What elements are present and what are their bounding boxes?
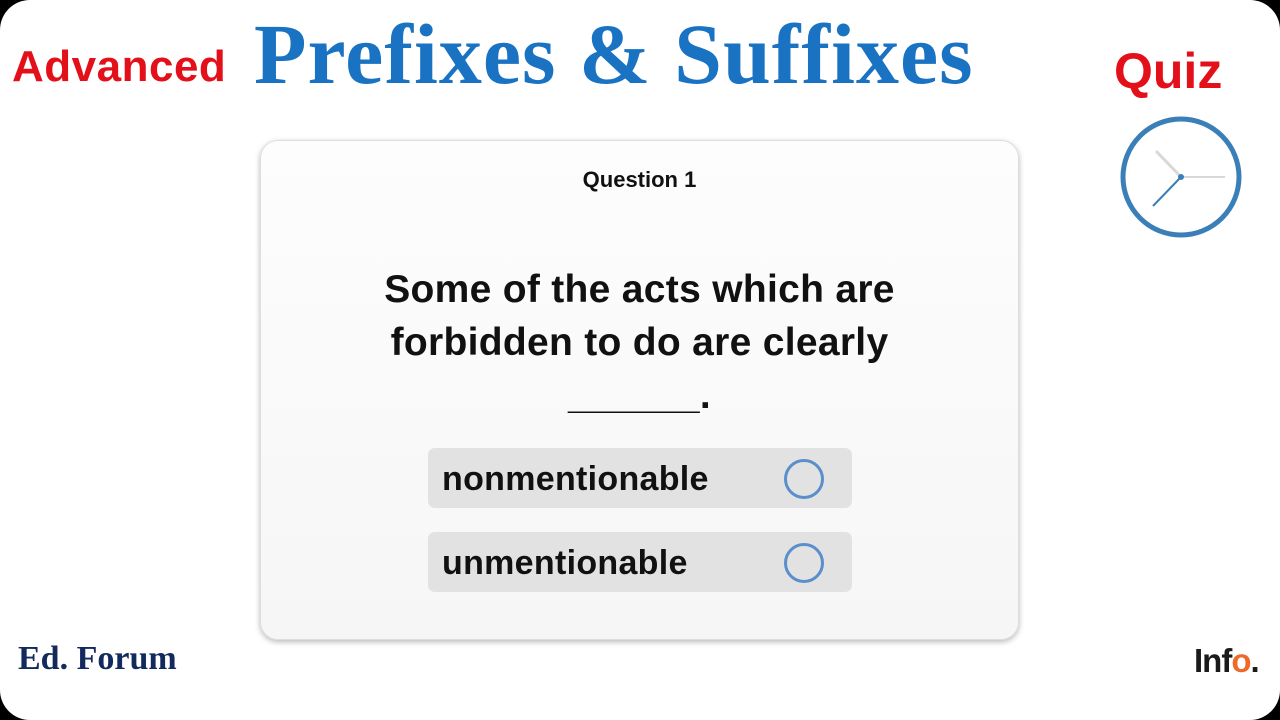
question-card: Question 1 Some of the acts which are fo…	[260, 140, 1019, 640]
clock-icon	[1118, 114, 1244, 240]
radio-button[interactable]	[784, 459, 824, 499]
info-logo-accent: o	[1231, 642, 1251, 679]
answer-option-1[interactable]: nonmentionable	[428, 448, 852, 508]
clock-hour-hand	[1154, 149, 1183, 179]
clock-face	[1120, 116, 1242, 238]
answer-option-2[interactable]: unmentionable	[428, 532, 852, 592]
answer-option-label: unmentionable	[442, 544, 688, 582]
info-logo-main: Inf	[1194, 642, 1232, 679]
header-left-word: Advanced	[12, 42, 227, 91]
answer-option-label: nonmentionable	[442, 460, 709, 498]
page-title: Prefixes & Suffixes	[254, 6, 974, 102]
header-right-word: Quiz	[1114, 43, 1223, 99]
info-logo-dot: .	[1250, 642, 1260, 679]
question-text: Some of the acts which are forbidden to …	[384, 268, 895, 417]
quiz-slide: Advanced Prefixes & Suffixes Quiz Questi…	[0, 0, 1280, 720]
clock-second-hand	[1152, 176, 1182, 207]
ed-forum-logo: Ed. Forum	[18, 640, 177, 677]
radio-button[interactable]	[784, 543, 824, 583]
info-logo: Info.	[1194, 642, 1260, 680]
clock-center	[1178, 174, 1184, 180]
question-number: Question 1	[582, 167, 697, 192]
